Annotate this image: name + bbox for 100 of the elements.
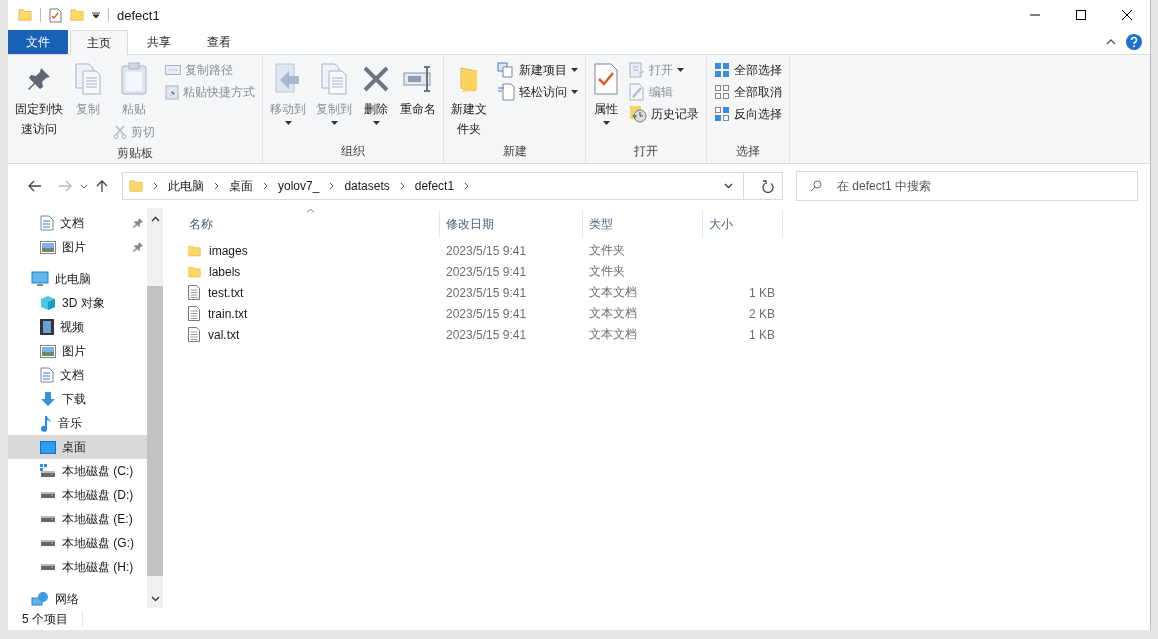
caret-icon — [571, 90, 578, 94]
copy-icon — [319, 62, 349, 96]
ribbon-tab[interactable]: 查看 — [190, 30, 248, 54]
ribbon-button[interactable]: 属性 — [590, 59, 622, 127]
nav-item[interactable]: 本地磁盘 (D:) — [8, 483, 147, 507]
table-cell: 2023/5/15 9:41 — [446, 327, 527, 342]
nav-item[interactable]: 音乐 — [8, 411, 147, 435]
file-name[interactable]: labels — [209, 264, 241, 279]
nav-item[interactable]: 网络 — [8, 587, 147, 611]
drive-icon — [41, 516, 55, 522]
select-all-icon — [714, 62, 730, 78]
recent-locations-icon[interactable] — [80, 183, 88, 189]
chevron-icon — [329, 182, 335, 190]
nav-item[interactable]: 下载 — [8, 387, 147, 411]
down-arrow-icon — [40, 391, 56, 407]
refresh-icon[interactable] — [762, 179, 774, 193]
nav-item[interactable]: 桌面 — [8, 435, 147, 459]
address-bar[interactable]: 此电脑 桌面 yolov7_ datasets defect1 — [122, 172, 783, 200]
column-header[interactable]: 大小 — [703, 210, 783, 238]
ribbon-button[interactable]: 新建项目 — [494, 59, 581, 81]
collapse-ribbon-icon[interactable] — [1106, 39, 1116, 45]
folder-icon — [18, 8, 32, 22]
file-menu-tab[interactable]: 文件 — [8, 30, 68, 54]
nav-item[interactable]: 本地磁盘 (E:) — [8, 507, 147, 531]
ribbon-button[interactable]: 新建文件夹 — [448, 59, 490, 141]
file-name[interactable]: train.txt — [208, 306, 248, 321]
image-icon — [40, 240, 56, 254]
document-icon — [497, 83, 515, 101]
checkmark-document-icon[interactable] — [49, 7, 62, 23]
image-icon — [40, 344, 56, 358]
help-icon[interactable] — [1126, 34, 1142, 50]
dropdown-icon[interactable] — [92, 11, 100, 19]
ribbon-tab[interactable]: 主页 — [70, 30, 128, 55]
caret-icon — [372, 121, 380, 125]
table-cell: 2023/5/15 9:41 — [446, 243, 527, 258]
close-icon — [362, 65, 390, 93]
folder-icon — [188, 263, 201, 280]
drive-icon — [41, 540, 55, 546]
nav-item[interactable]: 图片 — [8, 339, 147, 363]
file-name[interactable]: images — [209, 243, 248, 258]
ribbon-button[interactable]: 重命名 — [397, 59, 439, 121]
file-name[interactable]: val.txt — [208, 327, 240, 342]
ribbon-button[interactable]: 固定到快速访问 — [12, 59, 66, 141]
cube-icon — [40, 295, 56, 311]
column-header[interactable]: 类型 — [583, 210, 703, 238]
nav-item[interactable]: 此电脑 — [8, 267, 147, 291]
path-icon — [165, 65, 181, 75]
ribbon-button[interactable]: 删除 — [359, 59, 393, 127]
breadcrumb[interactable]: 桌面 — [229, 177, 253, 195]
nav-item[interactable]: 视频 — [8, 315, 147, 339]
nav-item[interactable]: 本地磁盘 (H:) — [8, 555, 147, 579]
nav-item[interactable]: 本地磁盘 (C:) — [8, 459, 147, 483]
up-arrow-icon[interactable] — [96, 179, 108, 193]
maximize-icon — [1076, 10, 1086, 20]
chevron-icon — [399, 182, 405, 190]
scrollbar[interactable] — [147, 208, 163, 608]
chevron-icon — [263, 182, 268, 190]
scroll-up-icon[interactable] — [150, 216, 160, 222]
caret-icon — [571, 68, 578, 72]
caret-icon — [602, 121, 610, 125]
breadcrumb[interactable]: 此电脑 — [168, 177, 204, 195]
checkmark-document-icon — [593, 63, 619, 95]
table-cell: 2023/5/15 9:41 — [446, 264, 527, 279]
ribbon-button[interactable]: 历史记录 — [626, 103, 702, 125]
text-file-icon — [188, 327, 200, 342]
breadcrumb[interactable]: defect1 — [414, 179, 455, 193]
nav-item[interactable]: 3D 对象 — [8, 291, 147, 315]
group-label: 选择 — [735, 143, 761, 160]
nav-item[interactable]: 文档 — [8, 363, 147, 387]
table-cell: 文本文档 — [589, 284, 637, 301]
ribbon-button[interactable]: 全部选择 — [711, 59, 785, 81]
nav-item[interactable]: 图片 — [8, 235, 147, 259]
ribbon-button[interactable]: 全部取消 — [711, 81, 785, 103]
text-file-icon — [188, 285, 200, 300]
scissors-icon — [113, 125, 127, 139]
scroll-down-icon[interactable] — [150, 596, 160, 602]
desktop-icon — [40, 440, 56, 454]
film-icon — [40, 319, 54, 335]
nav-item[interactable]: 文档 — [8, 211, 147, 235]
search-icon — [810, 180, 822, 192]
breadcrumb[interactable]: datasets — [344, 179, 390, 193]
back-icon[interactable] — [28, 180, 42, 192]
ribbon-button[interactable]: 反向选择 — [711, 103, 785, 125]
caret-icon — [677, 68, 684, 72]
rename-icon — [402, 64, 434, 94]
close-icon — [1122, 10, 1132, 20]
ribbon-button[interactable]: 轻松访问 — [494, 81, 581, 103]
clipboard-icon — [165, 84, 179, 100]
ribbon-tab[interactable]: 共享 — [130, 30, 188, 54]
dropdown-icon[interactable] — [723, 183, 733, 189]
column-header[interactable]: 名称 — [183, 210, 440, 238]
scroll-thumb[interactable] — [147, 286, 163, 576]
search-field[interactable]: 在 defect1 中搜索 — [796, 171, 1138, 201]
table-cell: 2 KB — [749, 306, 775, 321]
column-header[interactable]: 修改日期 — [440, 210, 583, 238]
nav-item[interactable]: 本地磁盘 (G:) — [8, 531, 147, 555]
chevron-icon — [214, 182, 219, 190]
breadcrumb[interactable]: yolov7_ — [278, 179, 320, 193]
pin-icon — [133, 242, 143, 252]
file-name[interactable]: test.txt — [208, 285, 244, 300]
